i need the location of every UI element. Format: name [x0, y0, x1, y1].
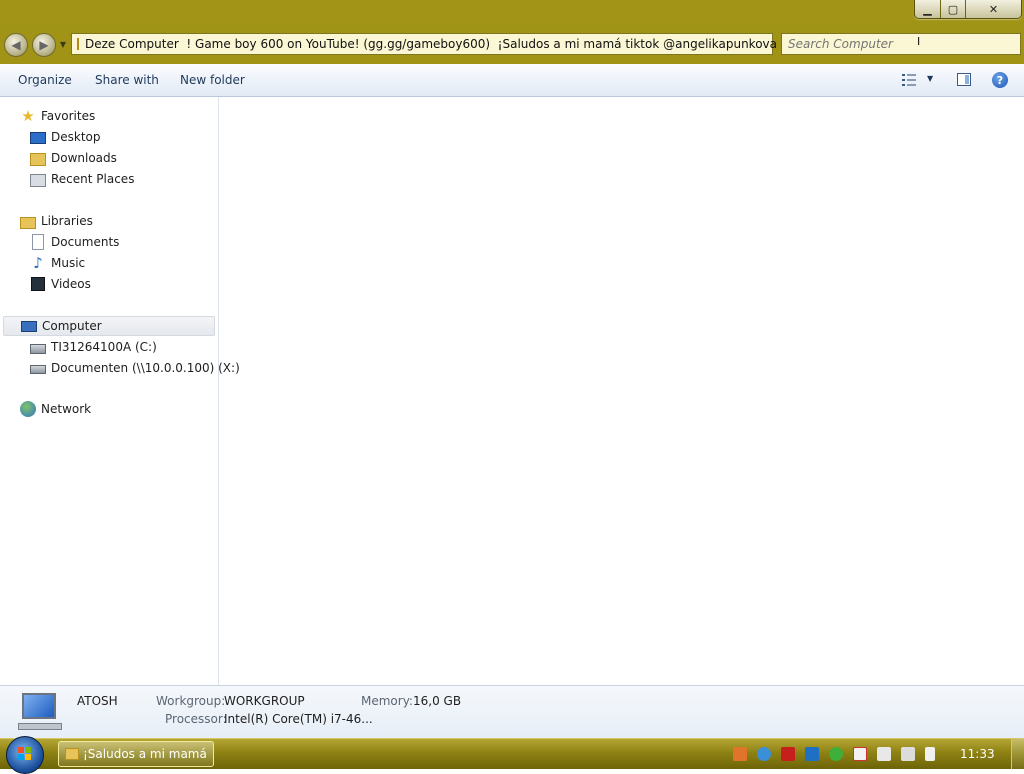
outlook-icon[interactable] — [805, 747, 819, 761]
forward-arrow-icon: ▶ — [39, 38, 49, 52]
chevron-down-icon: ▼ — [59, 39, 67, 49]
recent-places-icon — [30, 173, 46, 187]
memory-label: Memory: — [361, 694, 413, 708]
tree-item-downloads[interactable]: Downloads — [30, 148, 117, 168]
tree-item-documents[interactable]: Documents — [30, 232, 119, 252]
sync-icon[interactable] — [877, 747, 891, 761]
taskbar-explorer-button[interactable]: ¡Saludos a mi mamá — [58, 741, 214, 767]
tree-item-music[interactable]: ♪ Music — [30, 253, 85, 273]
tree-item-favorites[interactable]: ★ Favorites — [20, 106, 95, 126]
caption-buttons: ▁ ▢ ✕ — [914, 0, 1022, 19]
share-with-button[interactable]: Share with — [95, 73, 159, 87]
tree-item-label: Computer — [42, 319, 102, 333]
tree-item-recent-places[interactable]: Recent Places — [30, 169, 134, 189]
address-text: Deze Computer ! Game boy 600 on YouTube!… — [85, 37, 777, 51]
computer-name: ATOSH — [77, 694, 118, 708]
network-globe-icon[interactable] — [757, 747, 771, 761]
new-folder-button[interactable]: New folder — [180, 73, 245, 87]
tree-item-label: Documenten (\\10.0.0.100) (X:) — [51, 361, 240, 375]
libraries-icon — [20, 216, 36, 229]
show-desktop-button[interactable] — [1011, 739, 1024, 769]
tree-item-drive-c[interactable]: TI31264100A (C:) — [30, 337, 157, 357]
tree-item-label: Desktop — [51, 130, 101, 144]
tree-item-label: Music — [51, 256, 86, 270]
search-box[interactable]: I — [781, 33, 1021, 55]
organize-button[interactable]: Organize — [18, 73, 72, 87]
java-icon[interactable] — [733, 747, 747, 761]
memory-value: 16,0 GB — [413, 694, 462, 708]
tree-item-label: Videos — [51, 277, 91, 291]
recent-pages-dropdown[interactable]: ▼ — [58, 39, 68, 49]
music-note-icon: ♪ — [33, 254, 43, 272]
hard-drive-icon — [30, 344, 46, 354]
documents-icon — [32, 234, 44, 250]
film-icon — [31, 277, 45, 291]
network-drive-icon — [30, 364, 46, 374]
downloads-folder-icon — [30, 152, 46, 166]
folder-icon — [65, 748, 79, 760]
clock[interactable]: 11:33 — [960, 747, 995, 761]
address-bar[interactable]: Deze Computer ! Game boy 600 on YouTube!… — [71, 33, 777, 55]
title-bar: ▁ ▢ ✕ — [0, 0, 1024, 30]
star-icon: ★ — [21, 107, 35, 125]
volume-icon[interactable] — [925, 747, 935, 761]
tree-item-label: Favorites — [41, 109, 96, 123]
change-view-icon[interactable] — [902, 74, 916, 86]
tree-item-label: Downloads — [51, 151, 117, 165]
workgroup-value: WORKGROUP — [224, 694, 305, 708]
back-arrow-icon: ◀ — [11, 38, 21, 52]
view-options-dropdown-icon[interactable]: ▼ — [927, 74, 933, 83]
details-pane: ATOSH Workgroup: WORKGROUP Memory: 16,0 … — [0, 685, 1024, 738]
processor-label: Processor: — [165, 712, 227, 726]
workgroup-label: Workgroup: — [156, 694, 226, 708]
notification-area — [733, 747, 945, 763]
tree-item-desktop[interactable]: Desktop — [30, 127, 101, 147]
acrobat-icon[interactable] — [781, 747, 795, 761]
explorer-window: ▁ ▢ ✕ ◀ ▶ ▼ Deze Computer ! Game boy 600… — [0, 0, 1024, 738]
main-content: ★ Favorites Desktop Downloads Recent Pla… — [0, 97, 1024, 685]
tree-item-computer[interactable]: Computer — [3, 316, 215, 336]
command-bar: Organize Share with New folder ▼ ? — [0, 64, 1024, 97]
network-globe-icon — [20, 401, 36, 417]
maximize-button[interactable]: ▢ — [941, 0, 966, 18]
tree-item-label: Network — [41, 402, 92, 416]
taskbar-button-label: ¡Saludos a mi mamá — [83, 747, 207, 761]
help-icon[interactable]: ? — [992, 72, 1008, 88]
desktop-icon — [30, 132, 46, 144]
tree-item-libraries[interactable]: Libraries — [20, 211, 93, 231]
text-cursor-icon: I — [917, 35, 921, 48]
tree-item-label: TI31264100A (C:) — [51, 340, 157, 354]
preview-pane-icon[interactable] — [957, 73, 971, 86]
start-button[interactable] — [6, 736, 44, 774]
security-check-icon[interactable] — [829, 747, 843, 761]
folder-icon — [77, 38, 79, 50]
tree-item-label: Libraries — [41, 214, 93, 228]
file-list-area[interactable] — [219, 97, 1024, 685]
tree-item-label: Recent Places — [51, 172, 135, 186]
network-icon[interactable] — [901, 747, 915, 761]
tree-item-network[interactable]: Network — [20, 399, 91, 419]
taskbar: ¡Saludos a mi mamá 11:33 — [0, 736, 1024, 774]
tree-item-videos[interactable]: Videos — [30, 274, 91, 294]
computer-icon — [21, 321, 37, 332]
minimize-button[interactable]: ▁ — [915, 0, 941, 18]
windows-logo-icon — [18, 747, 32, 761]
processor-value: Intel(R) Core(TM) i7-46... — [224, 712, 373, 726]
forward-button[interactable]: ▶ — [32, 33, 56, 57]
computer-large-icon — [18, 693, 62, 733]
back-button[interactable]: ◀ — [4, 33, 28, 57]
navigation-pane: ★ Favorites Desktop Downloads Recent Pla… — [0, 97, 240, 685]
tree-item-label: Documents — [51, 235, 120, 249]
tree-item-drive-x[interactable]: Documenten (\\10.0.0.100) (X:) — [30, 358, 240, 378]
flag-icon[interactable] — [853, 747, 867, 761]
search-input[interactable] — [782, 36, 990, 52]
close-button[interactable]: ✕ — [966, 0, 1021, 18]
navigation-bar: ◀ ▶ ▼ Deze Computer ! Game boy 600 on Yo… — [0, 30, 1024, 62]
